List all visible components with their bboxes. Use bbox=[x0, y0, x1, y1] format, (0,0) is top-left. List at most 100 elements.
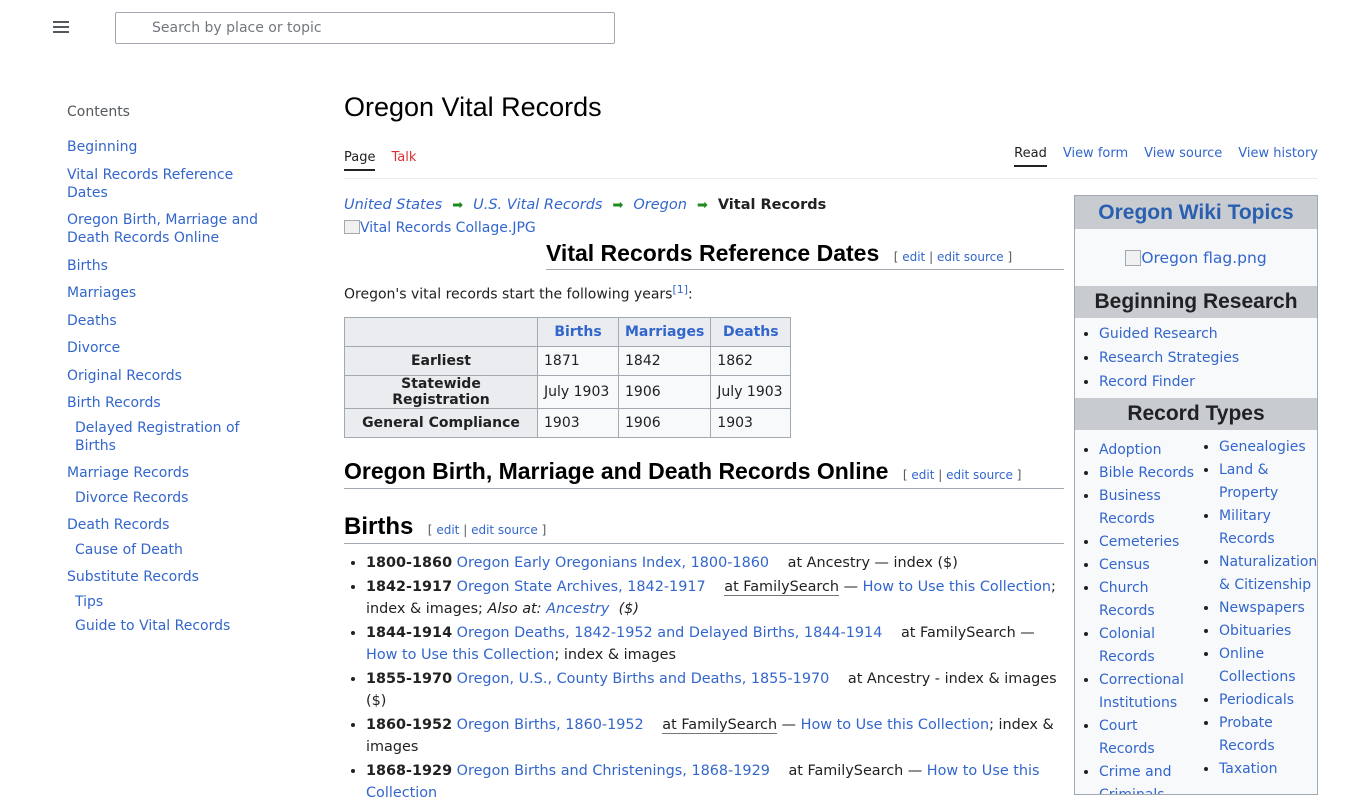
collection-link[interactable]: Oregon Births and Christenings, 1868-192… bbox=[457, 763, 770, 779]
tab-page[interactable]: Page bbox=[344, 150, 376, 171]
view-tabs: Read View form View source View history bbox=[1014, 146, 1318, 167]
record-types-heading: Record Types bbox=[1075, 398, 1317, 430]
table-corner bbox=[344, 317, 538, 347]
toc-item-births[interactable]: Births bbox=[67, 258, 108, 274]
toc-item-marriage-records[interactable]: Marriage Records bbox=[67, 465, 189, 481]
record-type-link[interactable]: Business Records bbox=[1099, 488, 1161, 527]
col-header-deaths: Deaths bbox=[710, 317, 792, 347]
oregon-flag-image[interactable]: Oregon flag.png bbox=[1075, 229, 1317, 286]
edit-source-link[interactable]: edit source bbox=[946, 468, 1013, 482]
col-header-marriages: Marriages bbox=[617, 317, 712, 347]
toc-item-marriages[interactable]: Marriages bbox=[67, 285, 136, 301]
table-cell: 1903 bbox=[710, 408, 792, 438]
record-type-link[interactable]: Crime and Criminals bbox=[1099, 764, 1171, 794]
edit-source-link[interactable]: edit source bbox=[937, 250, 1004, 264]
footnote-link[interactable]: [1] bbox=[672, 283, 688, 296]
record-type-link[interactable]: Obituaries bbox=[1219, 623, 1291, 639]
tab-view-source[interactable]: View source bbox=[1144, 146, 1222, 167]
toc-item-original-records[interactable]: Original Records bbox=[67, 368, 182, 384]
toc-item-substitute-records[interactable]: Substitute Records bbox=[67, 569, 199, 585]
infobox: Oregon Wiki Topics Oregon flag.png Begin… bbox=[1074, 195, 1318, 795]
site-label: at FamilySearch bbox=[900, 624, 1016, 641]
row-header: General Compliance bbox=[344, 408, 538, 438]
toc-item-tips[interactable]: Tips bbox=[75, 594, 103, 610]
infobox-title[interactable]: Oregon Wiki Topics bbox=[1075, 196, 1317, 229]
breadcrumb-united-states[interactable]: United States bbox=[344, 197, 442, 213]
how-to-use-link[interactable]: How to Use this Collection bbox=[366, 647, 554, 663]
record-type-link[interactable]: Court Records bbox=[1099, 718, 1155, 757]
toc-item-guide[interactable]: Guide to Vital Records bbox=[75, 618, 230, 634]
collage-image[interactable]: Vital Records Collage.JPG bbox=[344, 220, 536, 236]
record-type-link[interactable]: Periodicals bbox=[1219, 692, 1294, 708]
toc-item-records-online[interactable]: Oregon Birth, Marriage and Death Records… bbox=[67, 212, 258, 246]
how-to-use-link[interactable]: How to Use this Collection bbox=[801, 717, 989, 733]
search-input[interactable] bbox=[116, 13, 614, 43]
toc-item-divorce-records[interactable]: Divorce Records bbox=[75, 490, 188, 506]
edit-links: [ edit | edit source ] bbox=[902, 468, 1022, 482]
breadcrumb-us-vital-records[interactable]: U.S. Vital Records bbox=[473, 197, 602, 213]
list-item: 1800-1860 Oregon Early Oregonians Index,… bbox=[366, 552, 1064, 575]
record-type-link[interactable]: Military Records bbox=[1219, 508, 1275, 547]
list-item: 1842-1917 Oregon State Archives, 1842-19… bbox=[366, 576, 1064, 621]
toc-item-birth-records[interactable]: Birth Records bbox=[67, 395, 161, 411]
toc-item-deaths[interactable]: Deaths bbox=[67, 313, 117, 329]
toc-item-beginning[interactable]: Beginning bbox=[67, 139, 137, 155]
link-research-strategies[interactable]: Research Strategies bbox=[1099, 350, 1239, 366]
record-type-link[interactable]: Taxation bbox=[1219, 761, 1278, 777]
tab-view-history[interactable]: View history bbox=[1238, 146, 1318, 167]
table-row: Statewide Registration July 1903 1906 Ju… bbox=[344, 375, 792, 409]
list-item: 1844-1914 Oregon Deaths, 1842-1952 and D… bbox=[366, 622, 1064, 667]
edit-link[interactable]: edit bbox=[911, 468, 934, 482]
broken-image-icon bbox=[344, 220, 360, 234]
table-cell: 1871 bbox=[537, 346, 619, 376]
record-type-link[interactable]: Church Records bbox=[1099, 580, 1155, 619]
records-online-heading: Oregon Birth, Marriage and Death Records… bbox=[344, 458, 889, 484]
ancestry-link[interactable]: Ancestry bbox=[546, 601, 609, 617]
collection-link[interactable]: Oregon Births, 1860-1952 bbox=[457, 717, 644, 733]
toc-item-reference-dates[interactable]: Vital Records Reference Dates bbox=[67, 167, 233, 201]
arrow-right-icon: ➡ bbox=[696, 197, 708, 213]
link-guided-research[interactable]: Guided Research bbox=[1099, 326, 1218, 342]
edit-links: [ edit | edit source ] bbox=[427, 523, 547, 537]
table-cell: 1903 bbox=[537, 408, 619, 438]
record-type-link[interactable]: Adoption bbox=[1099, 442, 1162, 458]
broken-image-icon bbox=[1125, 249, 1142, 266]
record-type-link[interactable]: Genealogies bbox=[1219, 439, 1306, 455]
collection-link[interactable]: Oregon Deaths, 1842-1952 and Delayed Bir… bbox=[457, 625, 883, 641]
reference-dates-table: Births Marriages Deaths Earliest 1871 18… bbox=[344, 317, 792, 438]
record-type-link[interactable]: Probate Records bbox=[1219, 715, 1275, 754]
edit-link[interactable]: edit bbox=[902, 250, 925, 264]
collection-link[interactable]: Oregon Early Oregonians Index, 1800-1860 bbox=[457, 555, 769, 571]
tab-view-form[interactable]: View form bbox=[1063, 146, 1128, 167]
site-label: at FamilySearch bbox=[724, 578, 840, 596]
collection-link[interactable]: Oregon, U.S., County Births and Deaths, … bbox=[457, 671, 830, 687]
record-type-link[interactable]: Naturalization & Citizenship bbox=[1219, 554, 1317, 593]
toc-item-cause-of-death[interactable]: Cause of Death bbox=[75, 542, 183, 558]
beginning-research-list: Guided Research Research Strategies Reco… bbox=[1075, 322, 1317, 394]
link-record-finder[interactable]: Record Finder bbox=[1099, 374, 1195, 390]
breadcrumb-oregon[interactable]: Oregon bbox=[633, 197, 687, 213]
record-type-link[interactable]: Bible Records bbox=[1099, 465, 1194, 481]
collection-link[interactable]: Oregon State Archives, 1842-1917 bbox=[457, 579, 706, 595]
edit-source-link[interactable]: edit source bbox=[471, 523, 538, 537]
record-type-link[interactable]: Newspapers bbox=[1219, 600, 1305, 616]
tab-read[interactable]: Read bbox=[1014, 146, 1047, 167]
toc-item-delayed-registration[interactable]: Delayed Registration of Births bbox=[75, 420, 239, 454]
search-box[interactable] bbox=[115, 12, 615, 44]
record-type-link[interactable]: Census bbox=[1099, 557, 1150, 573]
how-to-use-link[interactable]: How to Use this Collection bbox=[863, 579, 1051, 595]
toc-item-death-records[interactable]: Death Records bbox=[67, 517, 169, 533]
edit-link[interactable]: edit bbox=[436, 523, 459, 537]
site-label: at FamilySearch bbox=[788, 762, 904, 779]
col-header-births: Births bbox=[537, 317, 619, 347]
arrow-right-icon: ➡ bbox=[452, 197, 464, 213]
record-type-link[interactable]: Colonial Records bbox=[1099, 626, 1155, 665]
tab-talk[interactable]: Talk bbox=[391, 150, 416, 171]
table-of-contents: Contents Beginning Vital Records Referen… bbox=[67, 104, 267, 645]
record-type-link[interactable]: Cemeteries bbox=[1099, 534, 1179, 550]
toc-item-divorce[interactable]: Divorce bbox=[67, 340, 120, 356]
hamburger-menu-icon[interactable] bbox=[50, 18, 72, 40]
record-type-link[interactable]: Online Collections bbox=[1219, 646, 1296, 685]
record-type-link[interactable]: Correctional Institutions bbox=[1099, 672, 1184, 711]
record-type-link[interactable]: Land & Property bbox=[1219, 462, 1278, 501]
